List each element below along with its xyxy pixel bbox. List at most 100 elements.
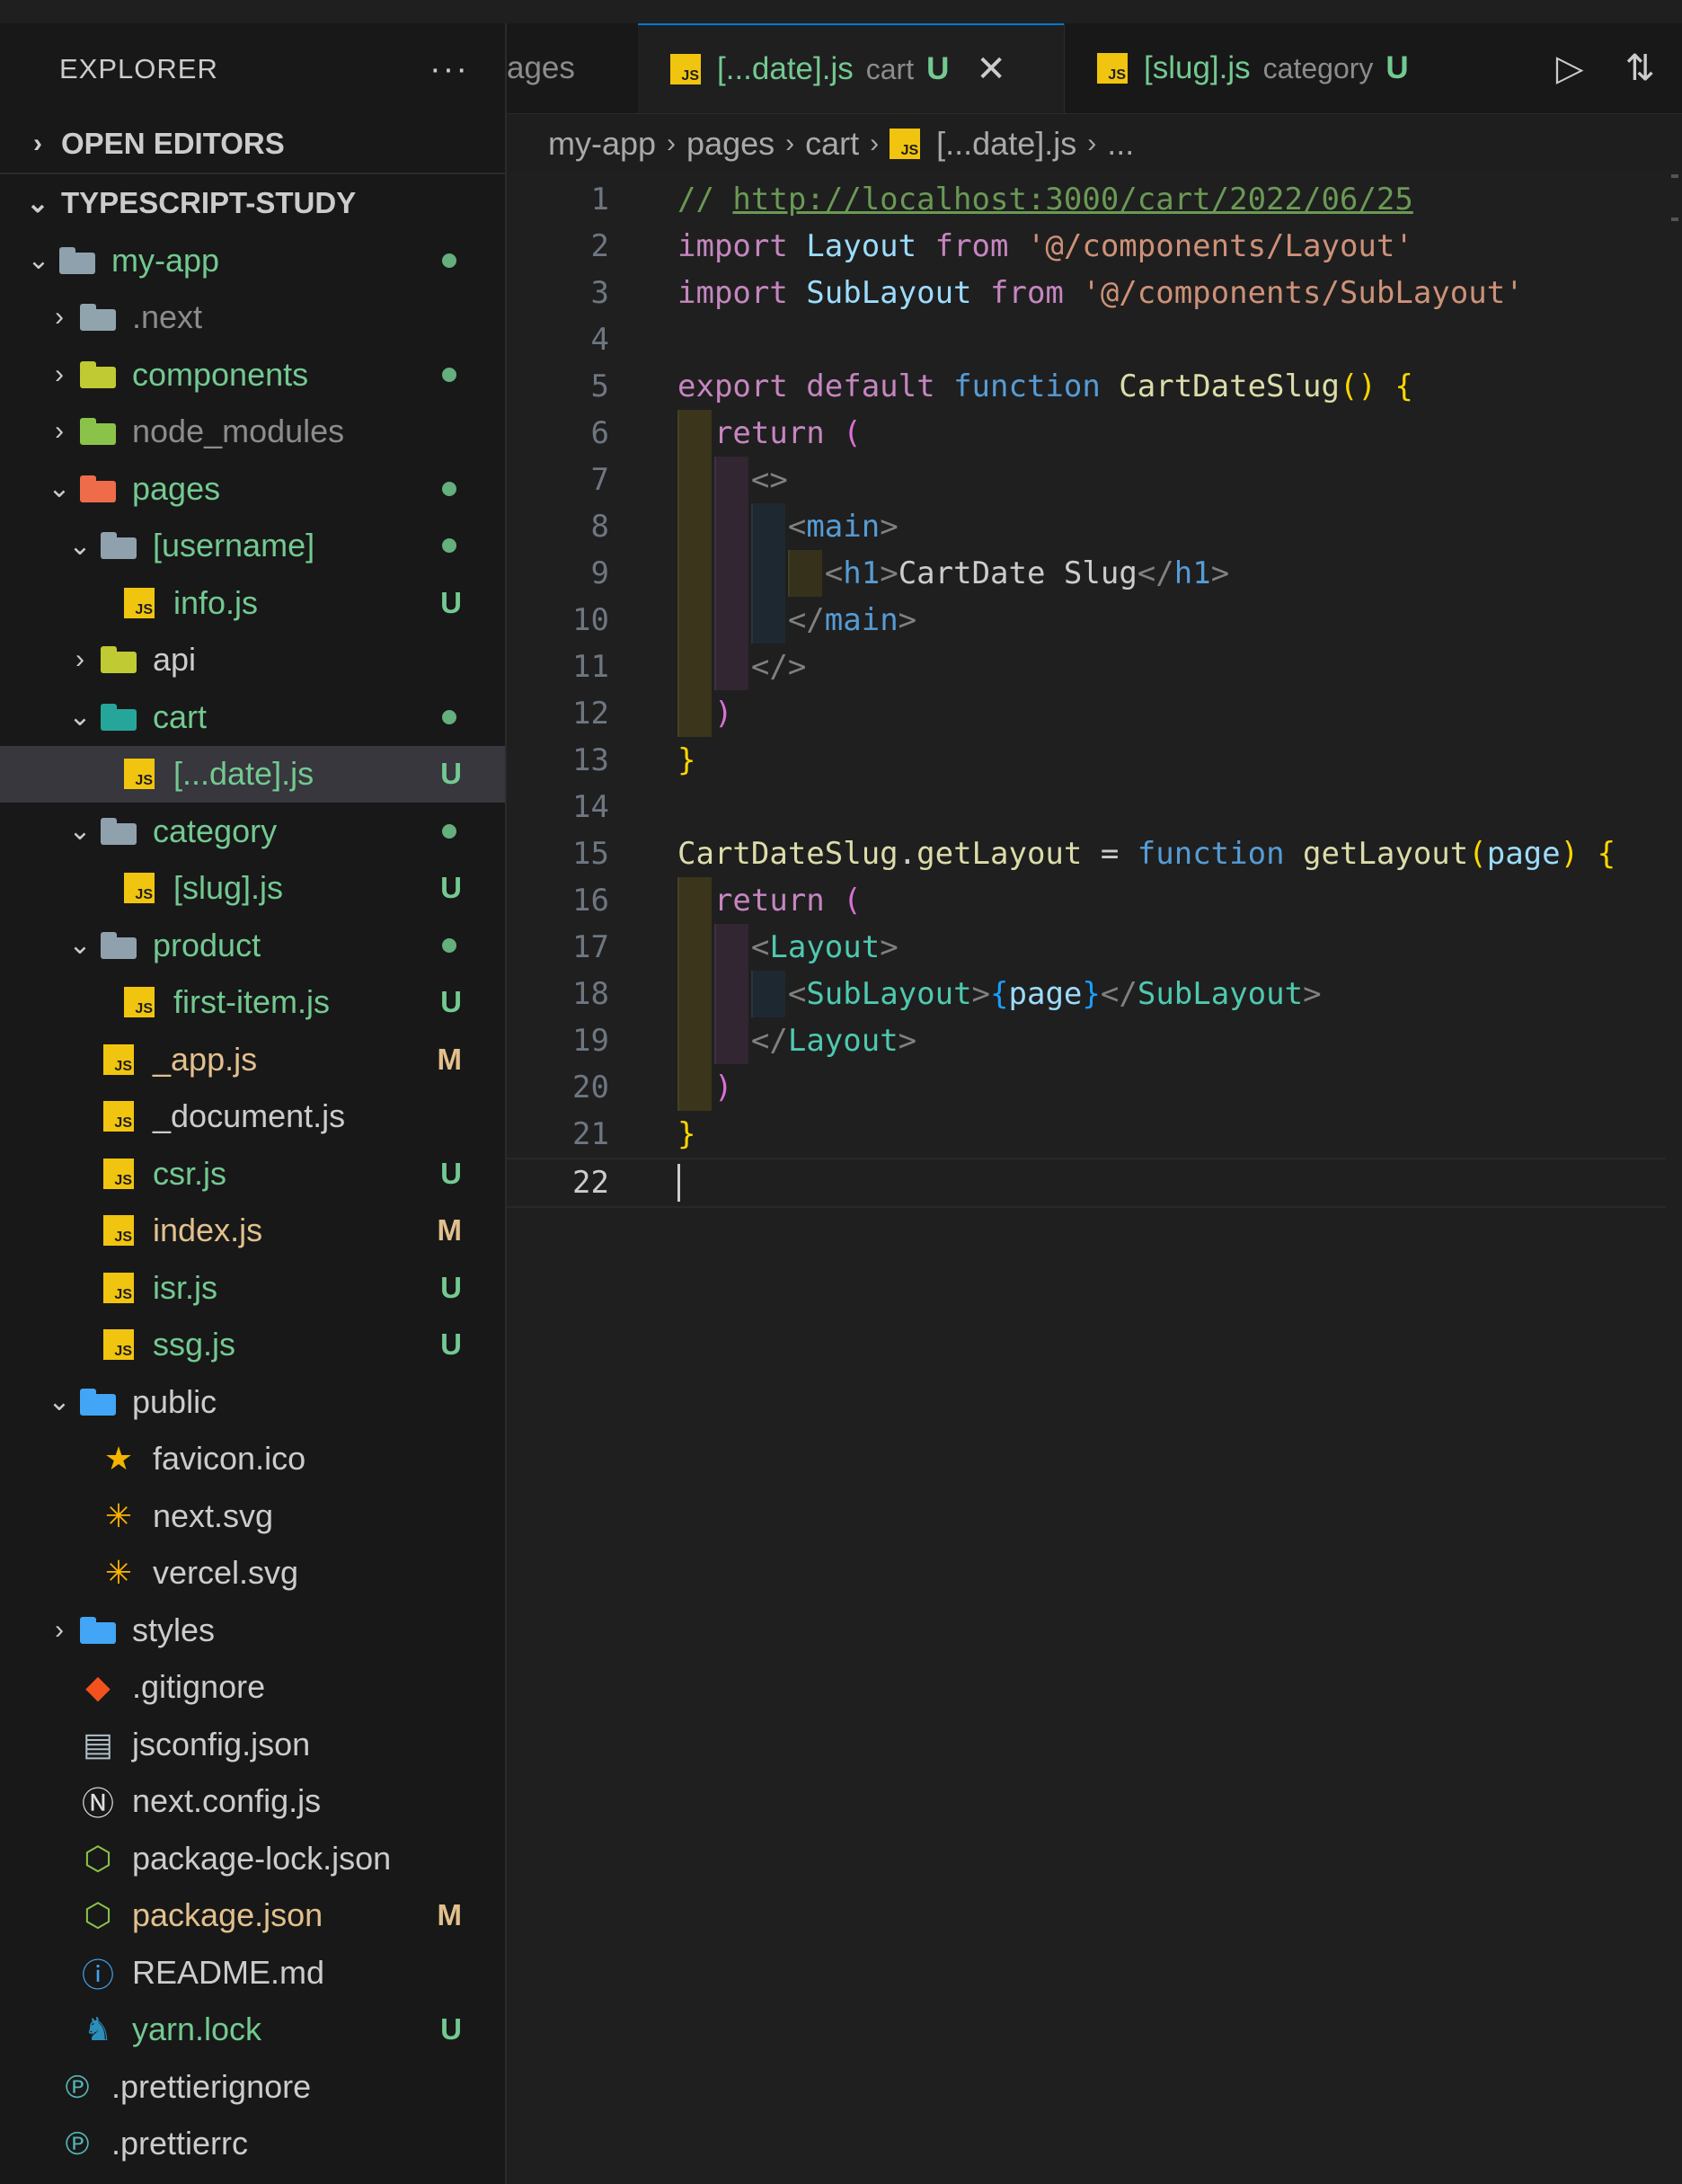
tree-item[interactable]: ♞ yarn.lock U — [0, 2002, 505, 2059]
tree-item[interactable]: › .next — [0, 289, 505, 347]
chevron-right-icon: › — [667, 129, 677, 158]
tree-item-label: next.svg — [153, 1496, 274, 1534]
tree-item[interactable]: ⌄ category — [0, 803, 505, 860]
chevron-right-icon: › — [75, 644, 84, 675]
code-text: <main> — [677, 503, 899, 550]
tree-item[interactable]: ✳ vercel.svg — [0, 1545, 505, 1602]
compare-changes-icon[interactable]: ⇅ — [1624, 48, 1655, 89]
code-text: <h1>CartDate Slug</h1> — [677, 550, 1229, 597]
folder-icon — [80, 357, 116, 393]
code-token: </> — [750, 649, 807, 685]
tree-item[interactable]: JS first-item.js U — [0, 974, 505, 1032]
code-token: import — [677, 228, 807, 264]
tree-item[interactable]: JS csr.js U — [0, 1145, 505, 1203]
code-token: > — [898, 1023, 917, 1059]
breadcrumb-item[interactable]: cart — [805, 125, 859, 163]
code-token: <> — [750, 462, 788, 498]
tree-item[interactable]: ★ favicon.ico — [0, 1431, 505, 1488]
open-editors-section[interactable]: › OPEN EDITORS — [0, 115, 505, 174]
git-icon: ◆ — [85, 1668, 111, 1706]
breadcrumb-item[interactable]: my-app — [548, 125, 656, 163]
breadcrumb-item[interactable]: [...date].js — [936, 125, 1076, 163]
tab-slug[interactable]: JS [slug].js category U — [1064, 23, 1522, 113]
code-token: { — [1394, 368, 1413, 404]
tree-item[interactable]: › api — [0, 632, 505, 689]
git-status-badge: U — [440, 2012, 462, 2046]
code-token: () — [1339, 368, 1395, 404]
tree-item[interactable]: Ⓝnext.config.js — [0, 1773, 505, 1831]
code-line: 11 </> — [507, 644, 1666, 690]
code-editor[interactable]: 1 // http://localhost:3000/cart/2022/06/2… — [507, 171, 1682, 2184]
tree-item[interactable]: JS _app.js M — [0, 1031, 505, 1088]
folder-icon — [80, 413, 116, 449]
code-token: < — [750, 929, 770, 965]
tree-item[interactable]: JS index.js M — [0, 1203, 505, 1260]
prettier-icon: ℗ — [65, 2125, 90, 2162]
tree-item[interactable]: ℗ .prettierrc — [0, 2116, 505, 2173]
code-line: 21} — [507, 1111, 1666, 1158]
tree-item[interactable]: JS ssg.js U — [0, 1317, 505, 1374]
tab-filename: [...date].js — [717, 51, 854, 86]
code-line: 6 return ( — [507, 410, 1666, 457]
git-status-badge: U — [440, 1270, 462, 1304]
tree-item[interactable]: JS [slug].js U — [0, 860, 505, 918]
tree-item-label: index.js — [153, 1212, 263, 1249]
tree-item-label: package-lock.json — [132, 1839, 392, 1877]
folder-icon — [80, 1612, 116, 1648]
code-token: { — [990, 976, 1009, 1012]
code-token: < — [787, 976, 807, 1012]
tree-item[interactable]: ⌄ public — [0, 1373, 505, 1431]
breadcrumb-item[interactable]: ... — [1107, 125, 1134, 163]
tree-item[interactable]: JS [...date].js U — [0, 745, 505, 803]
tree-item-label: product — [153, 926, 261, 963]
code-token: </ — [1137, 555, 1174, 591]
git-status-badge: U — [440, 1156, 462, 1190]
project-label: TYPESCRIPT-STUDY — [61, 186, 357, 219]
tree-item[interactable]: JS _document.js — [0, 1088, 505, 1146]
git-status-badge: M — [437, 1898, 463, 1932]
file-tree: ⌄ my-app › .next › components › node_modules ⌄ pa… — [0, 232, 505, 2172]
chevron-down-icon: ⌄ — [26, 188, 49, 218]
tree-item[interactable]: JS isr.js U — [0, 1259, 505, 1317]
code-token: > — [898, 602, 917, 638]
line-number: 4 — [590, 322, 609, 358]
tab-partial[interactable]: ages — [507, 23, 638, 113]
tree-item[interactable]: ⌄ cart — [0, 688, 505, 746]
tree-item[interactable]: JS info.js U — [0, 574, 505, 632]
tree-item[interactable]: › styles — [0, 1602, 505, 1659]
code-line: 13} — [507, 737, 1666, 784]
tree-item[interactable]: › components — [0, 346, 505, 404]
tree-item-label: _document.js — [153, 1097, 346, 1135]
line-number: 17 — [572, 929, 609, 965]
breadcrumb-item[interactable]: pages — [686, 125, 775, 163]
tree-item[interactable]: ⌄ pages — [0, 460, 505, 518]
tree-item[interactable]: ◆ .gitignore — [0, 1659, 505, 1717]
project-section[interactable]: ⌄ TYPESCRIPT-STUDY — [0, 174, 505, 232]
tree-item[interactable]: ▤ jsconfig.json — [0, 1716, 505, 1773]
code-token: ( — [843, 883, 862, 919]
tree-item[interactable]: › node_modules — [0, 404, 505, 461]
code-token: '@/components/SubLayout' — [1082, 275, 1524, 311]
tree-item[interactable]: ✳ next.svg — [0, 1487, 505, 1545]
close-icon[interactable]: ✕ — [976, 49, 1006, 90]
tree-item[interactable]: ⬡ package-lock.json — [0, 1830, 505, 1887]
tree-item[interactable]: ⓘ README.md — [0, 1944, 505, 2002]
folder-icon — [80, 1384, 116, 1420]
more-actions-icon[interactable]: ··· — [429, 50, 469, 89]
tree-item-label: components — [132, 355, 309, 393]
svg-file-icon: ✳ — [104, 1496, 133, 1534]
js-file-icon: JS — [121, 870, 157, 906]
tree-item-label: next.config.js — [132, 1782, 322, 1820]
git-status-badge: U — [440, 871, 462, 905]
tree-item[interactable]: ⌄ my-app — [0, 232, 505, 289]
run-icon[interactable]: ▷ — [1556, 48, 1584, 89]
tree-item[interactable]: ⬡ package.json M — [0, 1887, 505, 1945]
tree-item[interactable]: ⌄ [username] — [0, 518, 505, 575]
tree-item[interactable]: ℗ .prettierignore — [0, 2058, 505, 2116]
tab-active[interactable]: JS [...date].js cart U ✕ — [638, 23, 1064, 113]
code-text: // http://localhost:3000/cart/2022/06/25 — [677, 176, 1413, 223]
tree-item[interactable]: ⌄ product — [0, 917, 505, 974]
folder-icon — [101, 813, 137, 849]
git-status-badge: U — [440, 585, 462, 619]
